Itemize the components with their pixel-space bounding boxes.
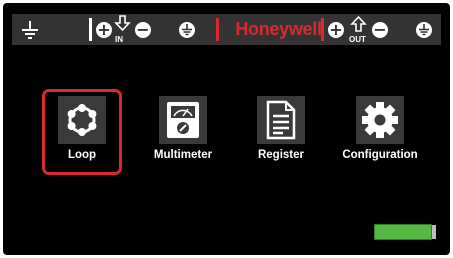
plus-icon: + (328, 19, 344, 39)
app-register[interactable]: Register (241, 92, 321, 176)
brand-divider-left (216, 18, 219, 41)
in-label: IN (115, 35, 123, 44)
in-ground-button[interactable] (177, 14, 197, 45)
top-toolbar: + IN − Honeywell + OUT − (12, 14, 441, 45)
multimeter-icon (159, 96, 207, 144)
brand-divider-right (321, 18, 324, 41)
in-plus-button[interactable]: + (95, 14, 113, 45)
app-loop[interactable]: Loop (42, 89, 122, 176)
toolbar-divider (89, 18, 92, 41)
battery-indicator (374, 224, 432, 240)
device-screen: + IN − Honeywell + OUT − Loop Multimeter… (3, 3, 450, 255)
ground-circle-icon (179, 21, 195, 38)
brand-logo: Honeywell (235, 19, 322, 39)
plus-icon: + (96, 19, 112, 39)
out-ground-button[interactable] (414, 14, 434, 45)
battery-cap (432, 225, 436, 239)
ground-icon[interactable] (20, 14, 40, 45)
app-multimeter[interactable]: Multimeter (143, 92, 223, 176)
register-icon (257, 96, 305, 144)
in-minus-button[interactable]: − (134, 14, 152, 45)
output-arrow-icon: OUT (348, 15, 370, 45)
out-minus-button[interactable]: − (371, 14, 389, 45)
app-configuration[interactable]: Configuration (340, 92, 420, 176)
gear-icon (356, 96, 404, 144)
loop-icon (58, 96, 106, 144)
ground-circle-icon (416, 21, 432, 38)
minus-icon: − (372, 19, 388, 39)
app-label: Configuration (342, 149, 418, 161)
out-plus-button[interactable]: + (327, 14, 345, 45)
input-arrow-icon: IN (114, 15, 132, 45)
out-label: OUT (349, 35, 366, 44)
minus-icon: − (135, 19, 151, 39)
